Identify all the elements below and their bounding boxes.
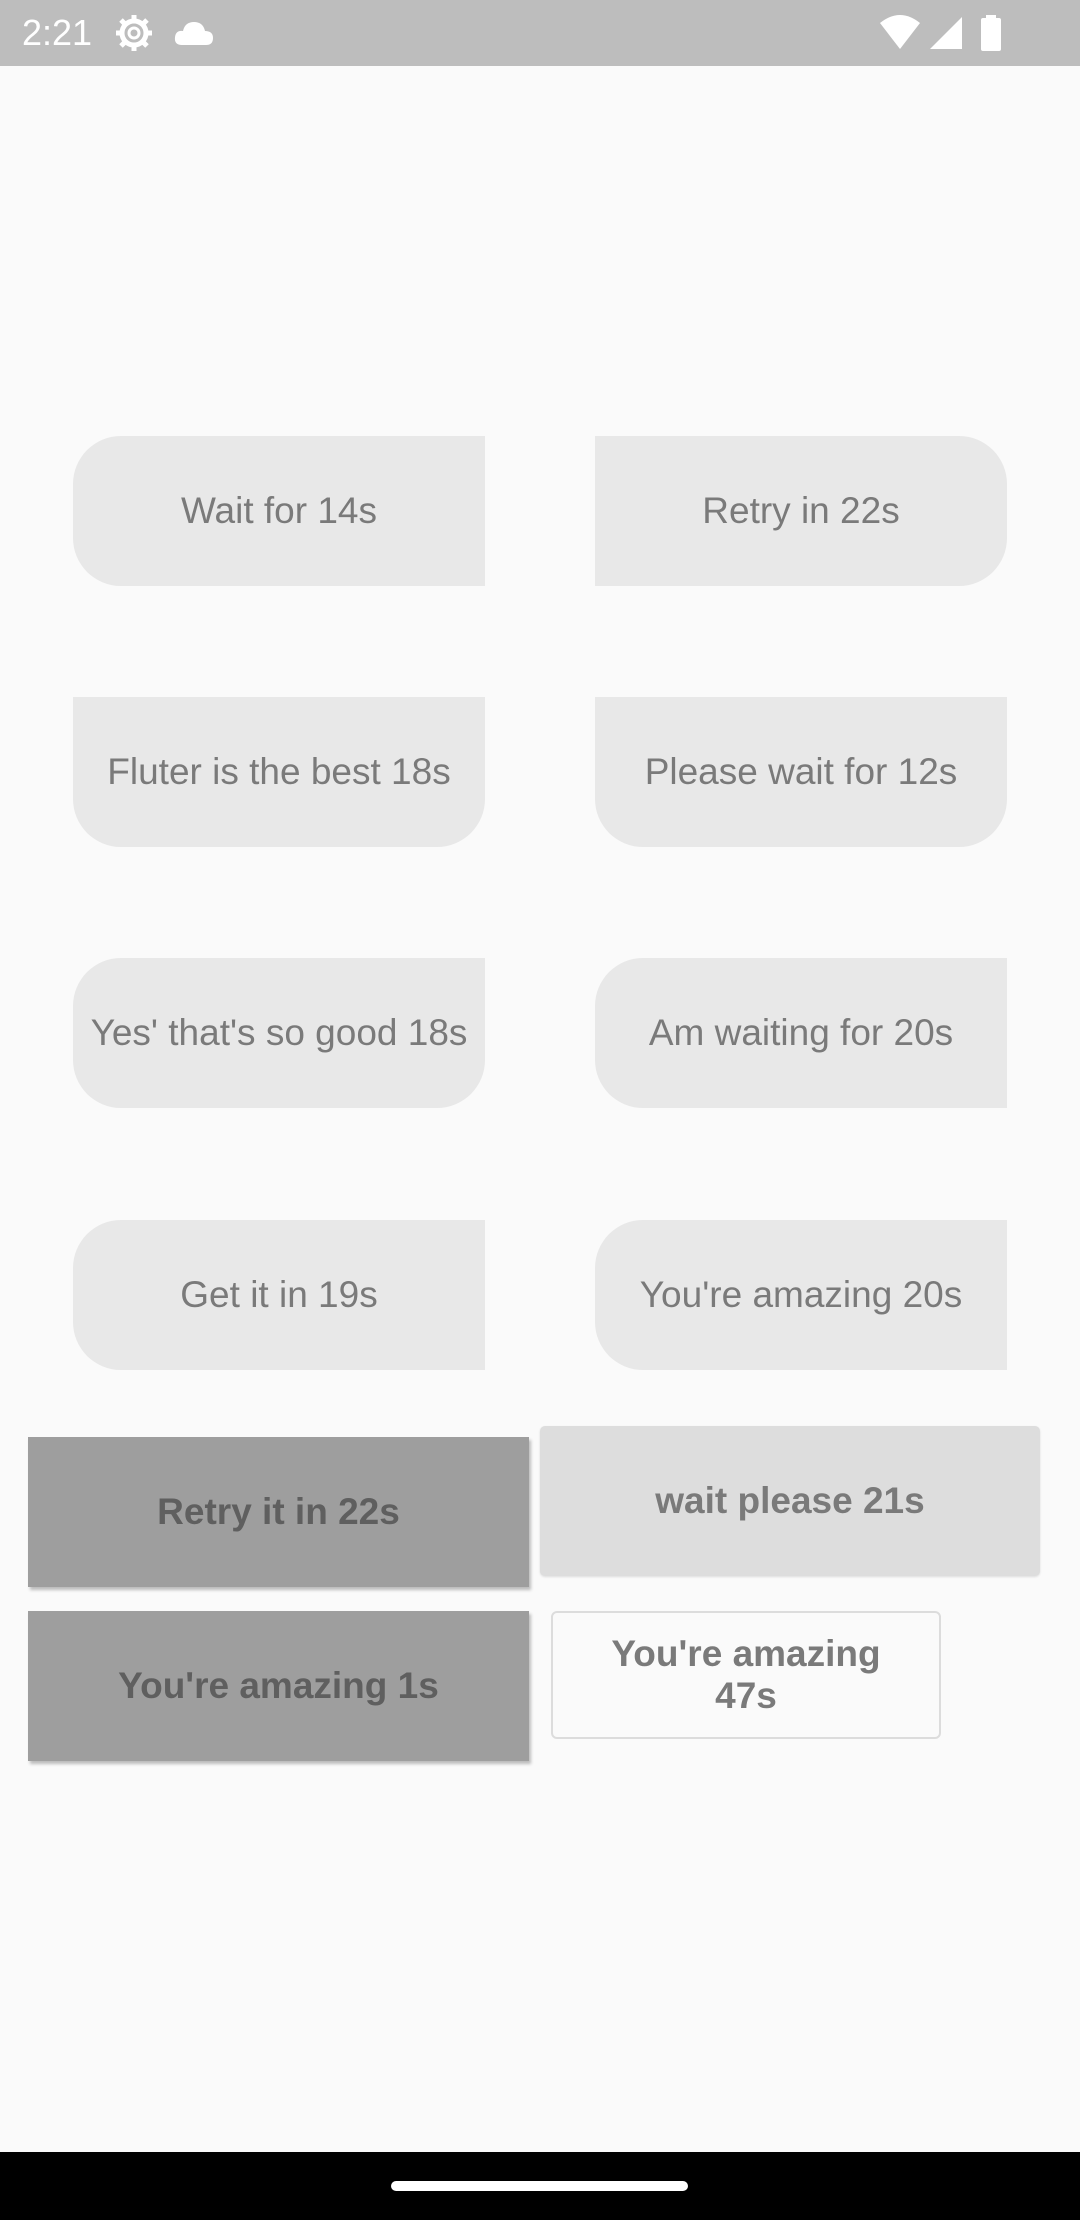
button-label: Retry it in 22s xyxy=(157,1491,400,1532)
amazing-47-button[interactable]: You're amazing 47s xyxy=(551,1611,941,1739)
amazing-1-button[interactable]: You're amazing 1s xyxy=(28,1611,529,1761)
retry-in-button[interactable]: Retry in 22s xyxy=(595,436,1007,586)
status-time: 2:21 xyxy=(22,12,93,53)
status-bar: 2:21 xyxy=(0,0,1080,66)
so-good-button[interactable]: Yes' that's so good 18s xyxy=(73,958,485,1108)
signal-icon xyxy=(930,17,962,49)
button-label: Fluter is the best 18s xyxy=(107,751,451,792)
get-it-button[interactable]: Get it in 19s xyxy=(73,1220,485,1370)
please-wait-button[interactable]: Please wait for 12s xyxy=(595,697,1007,847)
amazing-20-button[interactable]: You're amazing 20s xyxy=(595,1220,1007,1370)
button-label: Wait for 14s xyxy=(180,490,378,531)
button-label: Am waiting for 20s xyxy=(648,1012,954,1053)
button-label: You're amazing 20s xyxy=(639,1274,963,1315)
button-label: Yes' that's so good 18s xyxy=(90,1012,468,1053)
button-label: wait please 21s xyxy=(655,1480,925,1521)
cloud-icon xyxy=(174,22,213,45)
wait-for-button[interactable]: Wait for 14s xyxy=(73,436,485,586)
button-label: You're amazing 47s xyxy=(611,1633,881,1716)
wait-please-button[interactable]: wait please 21s xyxy=(540,1426,1040,1576)
gear-icon xyxy=(116,15,152,51)
battery-icon xyxy=(981,15,1001,51)
wifi-icon xyxy=(880,15,920,49)
button-label: Please wait for 12s xyxy=(644,751,958,792)
home-handle[interactable] xyxy=(391,2181,688,2191)
am-waiting-button[interactable]: Am waiting for 20s xyxy=(595,958,1007,1108)
button-label: You're amazing 1s xyxy=(118,1665,439,1706)
button-label: Retry in 22s xyxy=(702,490,900,531)
retry-it-button[interactable]: Retry it in 22s xyxy=(28,1437,529,1587)
button-label: Get it in 19s xyxy=(180,1274,378,1315)
fluter-best-button[interactable]: Fluter is the best 18s xyxy=(73,697,485,847)
